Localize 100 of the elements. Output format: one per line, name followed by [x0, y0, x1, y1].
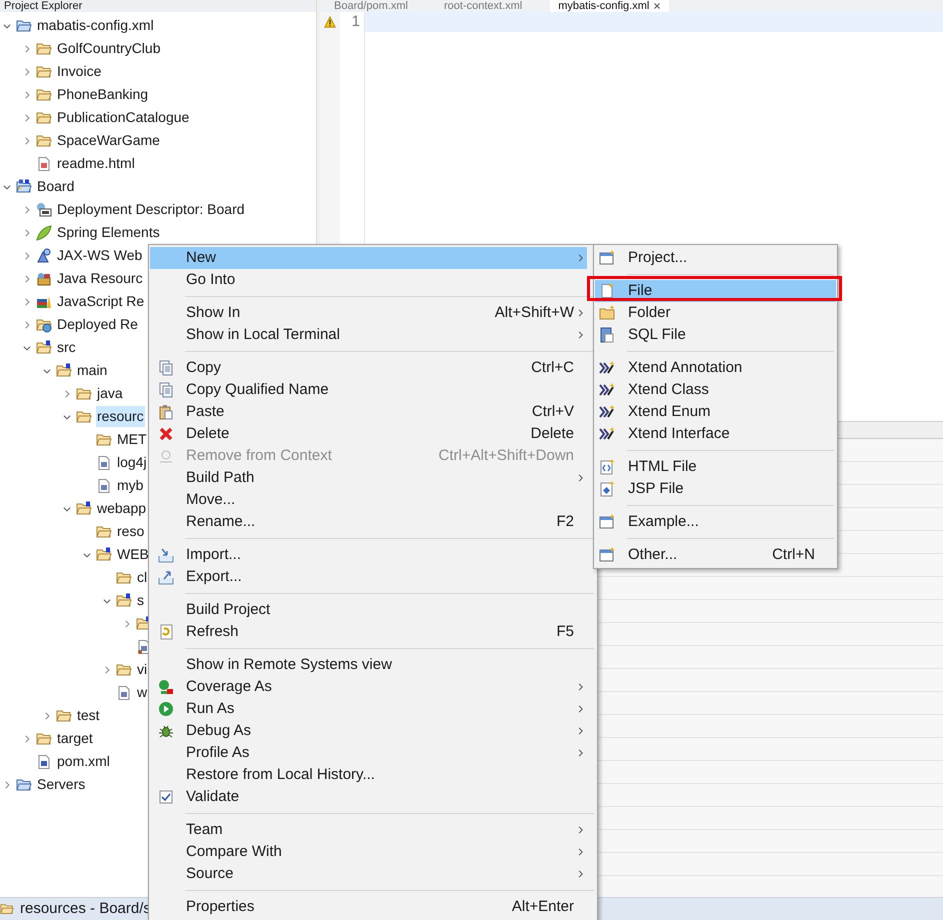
menu-item[interactable]: Xtend Interface — [595, 423, 836, 445]
tree-item[interactable]: Deployment Descriptor: Board — [56, 199, 246, 220]
menu-item[interactable]: Refresh F5 — [150, 621, 587, 643]
tree-item[interactable]: JavaScript Re — [56, 291, 146, 312]
tree-item[interactable]: PublicationCatalogue — [56, 107, 190, 128]
tree-item[interactable]: target — [56, 728, 94, 749]
tree-item[interactable]: mabatis-config.xml — [36, 15, 155, 36]
menu-item[interactable]: Example... — [595, 511, 836, 533]
file-icon — [96, 478, 112, 494]
menu-item[interactable]: Other... Ctrl+N — [595, 544, 836, 566]
tree-item[interactable]: Servers — [36, 774, 86, 795]
menu-item[interactable]: Source — [150, 863, 587, 885]
tree-item[interactable]: SpaceWarGame — [56, 130, 161, 151]
menu-item[interactable]: New — [150, 247, 587, 269]
copy-icon — [158, 382, 174, 398]
refresh-icon — [158, 624, 174, 640]
menu-item[interactable]: Restore from Local History... — [150, 764, 587, 786]
paste-icon — [158, 404, 174, 420]
menu-item[interactable]: SQL File — [595, 324, 836, 346]
menu-item[interactable]: Delete Delete — [150, 423, 587, 445]
tree-item[interactable]: log4j — [116, 452, 148, 473]
menu-item[interactable]: Run As — [150, 698, 587, 720]
tree-item[interactable]: s — [136, 590, 145, 611]
coverage-icon — [158, 679, 174, 695]
folder-icon — [36, 64, 52, 80]
menu-item[interactable]: Project... — [595, 247, 836, 269]
tree-item[interactable]: webapp — [96, 498, 148, 519]
tree-item[interactable]: src — [56, 337, 77, 358]
menu-item[interactable]: Xtend Class — [595, 379, 836, 401]
tree-item[interactable]: resourc — [96, 406, 145, 427]
menu-item[interactable]: Show in Remote Systems view — [150, 654, 587, 676]
tree-item[interactable]: reso — [116, 521, 146, 542]
menu-item[interactable]: Import... — [150, 544, 587, 566]
menu-item[interactable]: Debug As — [150, 720, 587, 742]
project-icon — [16, 178, 32, 194]
menu-item[interactable]: Properties Alt+Enter — [150, 896, 587, 918]
folder-icon — [36, 730, 52, 746]
tree-item[interactable]: WEB — [116, 544, 150, 565]
folder-icon — [56, 708, 72, 724]
close-icon[interactable] — [653, 2, 662, 10]
tree-item[interactable]: GolfCountryClub — [56, 38, 162, 59]
menu-item[interactable]: Folder — [595, 302, 836, 324]
menu-item[interactable]: Coverage As — [150, 676, 587, 698]
check-icon — [158, 789, 174, 805]
menu-item[interactable]: Copy Qualified Name — [150, 379, 587, 401]
menu-item[interactable]: Rename... F2 — [150, 511, 587, 533]
menu-item[interactable]: Show in Local Terminal — [150, 324, 587, 346]
tree-item[interactable]: Board — [36, 176, 76, 197]
line-number: 1 — [352, 12, 360, 32]
menu-item[interactable]: Move... — [150, 489, 587, 511]
tree-item[interactable]: vi — [136, 659, 148, 680]
folder-icon — [96, 524, 112, 540]
tree-item[interactable]: pom.xml — [56, 751, 111, 772]
menu-item[interactable]: Paste Ctrl+V — [150, 401, 587, 423]
editor-tab[interactable]: Board/pom.xml — [326, 0, 416, 12]
tree-item[interactable]: w — [136, 682, 148, 703]
editor-tab[interactable]: mybatis-config.xml — [550, 0, 670, 12]
tree-item[interactable]: MET — [116, 429, 148, 450]
tree-item[interactable]: readme.html — [56, 153, 136, 174]
folder-icon — [116, 570, 132, 586]
menu-item[interactable]: Xtend Enum — [595, 401, 836, 423]
source-folder-icon — [36, 340, 52, 356]
delete-icon — [158, 426, 174, 442]
menu-item[interactable]: Build Project — [150, 599, 587, 621]
bug-icon — [158, 723, 174, 739]
import-icon — [158, 547, 174, 563]
menu-item[interactable]: JSP File — [595, 478, 836, 500]
tree-item[interactable]: cl — [136, 567, 148, 588]
tree-item[interactable]: test — [76, 705, 101, 726]
menu-item[interactable]: Copy Ctrl+C — [150, 357, 587, 379]
source-folder-icon — [76, 500, 92, 516]
menu-item[interactable]: HTML File — [595, 456, 836, 478]
tree-item[interactable]: main — [76, 360, 108, 381]
menu-item[interactable]: Validate — [150, 786, 587, 808]
tree-item[interactable]: Invoice — [56, 61, 102, 82]
menu-item[interactable]: Show In Alt+Shift+W — [150, 302, 587, 324]
window-icon — [599, 547, 615, 563]
menu-item[interactable]: Compare With — [150, 841, 587, 863]
folder-icon — [76, 408, 92, 424]
tree-item[interactable]: Java Resourc — [56, 268, 144, 289]
xtend-icon — [599, 426, 615, 442]
menu-item[interactable]: Build Path — [150, 467, 587, 489]
menu-item[interactable]: Go Into — [150, 269, 587, 291]
menu-item[interactable]: Xtend Annotation — [595, 357, 836, 379]
window-icon — [599, 250, 615, 266]
descriptor-icon — [36, 202, 52, 218]
menu-item[interactable]: Profile As — [150, 742, 587, 764]
tree-item[interactable]: Deployed Re — [56, 314, 139, 335]
menu-item[interactable]: Export... — [150, 566, 587, 588]
tree-item[interactable]: java — [96, 383, 124, 404]
web-service-icon — [36, 248, 52, 264]
tree-item[interactable]: myb — [116, 475, 144, 496]
editor-tab[interactable]: root-context.xml — [436, 0, 530, 12]
file-icon — [116, 684, 132, 700]
tree-item[interactable]: PhoneBanking — [56, 84, 150, 105]
folder-icon — [76, 386, 92, 402]
tree-item[interactable]: Spring Elements — [56, 222, 161, 243]
export-icon — [158, 569, 174, 585]
tree-item[interactable]: JAX-WS Web — [56, 245, 144, 266]
menu-item[interactable]: Team — [150, 819, 587, 841]
